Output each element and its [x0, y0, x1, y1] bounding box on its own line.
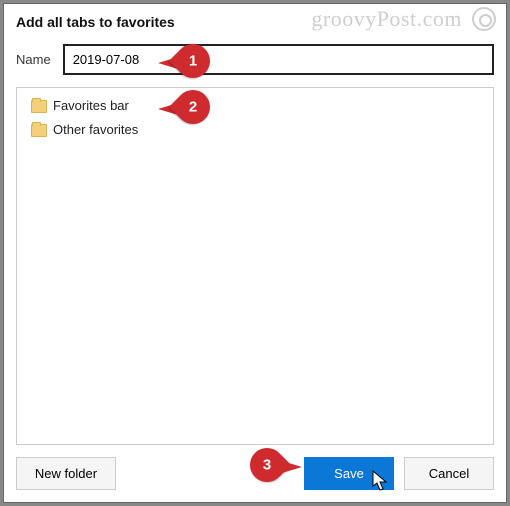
name-input[interactable] — [63, 44, 494, 75]
name-label: Name — [16, 52, 51, 67]
folder-tree[interactable]: Favorites bar Other favorites — [16, 87, 494, 445]
dialog-title: Add all tabs to favorites — [16, 14, 494, 30]
button-row: New folder Save Cancel — [16, 457, 494, 490]
tree-item-other-favorites[interactable]: Other favorites — [21, 118, 489, 142]
name-row: Name — [16, 44, 494, 75]
new-folder-button[interactable]: New folder — [16, 457, 116, 490]
add-tabs-favorites-dialog: Add all tabs to favorites Name Favorites… — [3, 3, 507, 503]
cancel-button[interactable]: Cancel — [404, 457, 494, 490]
folder-icon — [31, 100, 47, 113]
tree-item-label: Favorites bar — [53, 96, 129, 116]
save-button[interactable]: Save — [304, 457, 394, 490]
tree-item-favorites-bar[interactable]: Favorites bar — [21, 94, 489, 118]
tree-item-label: Other favorites — [53, 120, 138, 140]
folder-icon — [31, 124, 47, 137]
